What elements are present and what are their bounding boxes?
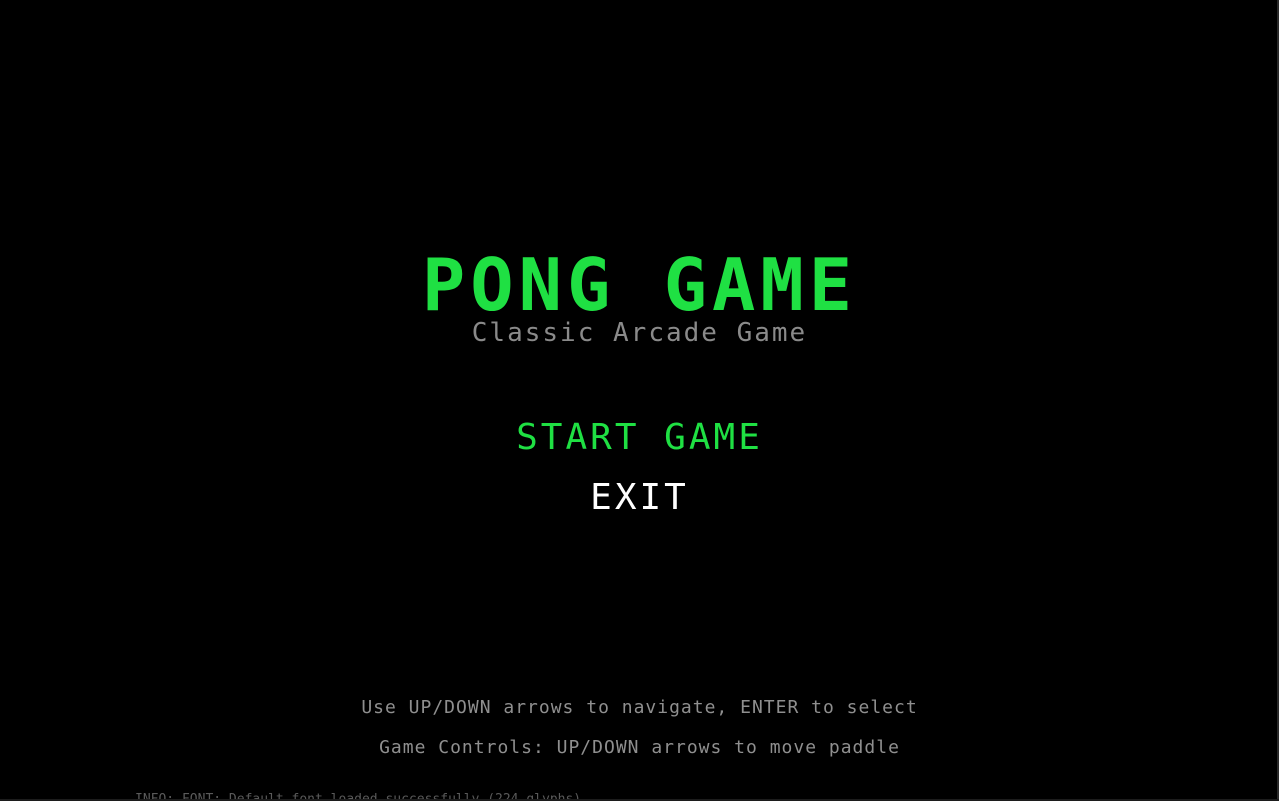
game-screen: PONG GAME Classic Arcade Game START GAME… (0, 0, 1279, 801)
menu-item-start-game[interactable]: START GAME (0, 417, 1279, 459)
game-title: PONG GAME (421, 243, 858, 327)
navigation-hint: Use UP/DOWN arrows to navigate, ENTER to… (361, 697, 918, 718)
menu-item-exit[interactable]: EXIT (0, 477, 1279, 519)
controls-hint: Game Controls: UP/DOWN arrows to move pa… (379, 737, 900, 758)
game-subtitle: Classic Arcade Game (471, 318, 808, 348)
